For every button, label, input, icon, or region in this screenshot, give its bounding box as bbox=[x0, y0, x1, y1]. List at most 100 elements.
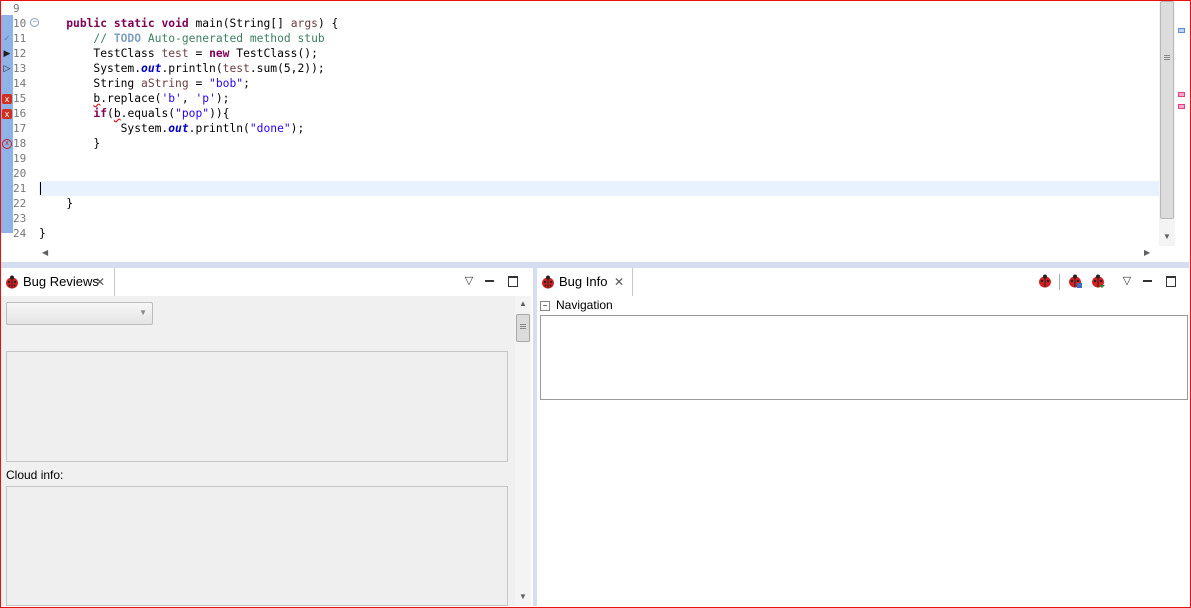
text-caret bbox=[40, 182, 41, 195]
minimize-icon[interactable] bbox=[1143, 280, 1152, 282]
code-line[interactable]: TestClass test = new TestClass(); bbox=[39, 46, 318, 61]
collapse-icon[interactable]: − bbox=[540, 301, 550, 311]
bug-reviews-view: Bug Reviews ✕ ▽ ▼ Cloud info: ▲ ▼ bbox=[1, 268, 533, 606]
cloud-info-text-area[interactable] bbox=[6, 486, 508, 606]
overview-task-mark[interactable] bbox=[1178, 28, 1185, 33]
close-icon[interactable]: ✕ bbox=[95, 275, 105, 289]
code-token: } bbox=[39, 197, 74, 210]
code-line[interactable]: // TODO Auto-generated method stub bbox=[39, 31, 324, 46]
navigation-label: Navigation bbox=[556, 298, 613, 312]
code-line[interactable]: String aString = "bob"; bbox=[39, 76, 250, 91]
scroll-down-arrow-icon[interactable]: ▼ bbox=[519, 592, 527, 602]
code-line[interactable]: } bbox=[39, 226, 46, 241]
navigation-section-header[interactable]: − Navigation bbox=[540, 298, 613, 312]
bug-reviews-tabbar: Bug Reviews ✕ ▽ bbox=[1, 268, 533, 296]
code-token: String bbox=[39, 77, 142, 90]
task-marker-icon[interactable]: ✓ bbox=[2, 33, 12, 43]
scroll-right-arrow-icon[interactable]: ▶ bbox=[1144, 248, 1150, 258]
scroll-left-arrow-icon[interactable]: ◀ bbox=[42, 248, 48, 258]
overview-error-mark[interactable] bbox=[1178, 92, 1185, 97]
code-token: test bbox=[222, 62, 250, 75]
toolbar-separator bbox=[1059, 274, 1060, 290]
code-line[interactable]: b.replace('b', 'p'); bbox=[39, 91, 229, 106]
editor-horizontal-scrollbar-track[interactable]: ◀ ▶ bbox=[38, 246, 1158, 260]
line-number: 14 bbox=[13, 77, 27, 90]
close-icon[interactable]: ✕ bbox=[614, 275, 624, 289]
code-token: if bbox=[93, 107, 108, 120]
line-number: 22 bbox=[13, 197, 27, 210]
code-token: b bbox=[113, 107, 121, 120]
code-line[interactable]: public static void main(String[] args) { bbox=[39, 16, 338, 31]
code-line[interactable]: System.out.println(test.sum(5,2)); bbox=[39, 61, 325, 76]
error-circle-icon[interactable]: x bbox=[2, 139, 12, 149]
code-token: 'b' bbox=[161, 92, 182, 105]
code-token: System. bbox=[39, 122, 169, 135]
vertical-ruler[interactable]: ✓ ▶ ▷ x x x bbox=[1, 1, 13, 246]
view-menu-icon[interactable]: ▽ bbox=[1120, 273, 1134, 289]
minimize-icon[interactable] bbox=[485, 280, 494, 282]
code-token: "done" bbox=[249, 122, 291, 135]
code-token: , bbox=[181, 92, 196, 105]
code-token: = bbox=[188, 77, 210, 90]
code-token: .println( bbox=[188, 122, 250, 135]
ladybug-icon bbox=[540, 275, 556, 294]
breakpoint-arrow-icon[interactable]: ▷ bbox=[2, 63, 12, 73]
ladybug-action-icon[interactable] bbox=[1037, 274, 1053, 293]
tab-bug-info[interactable]: Bug Info ✕ bbox=[537, 268, 633, 296]
line-number-gutter: 9 10 11 12 13 14 15 16 17 18 19 20 21 22 23 24 bbox=[13, 1, 39, 246]
code-token: TestClass(); bbox=[229, 47, 318, 60]
code-token: main(String[] bbox=[188, 17, 291, 30]
fold-collapse-icon[interactable]: − bbox=[30, 18, 39, 27]
ladybug-link-icon[interactable] bbox=[1090, 274, 1106, 293]
scrollbar-thumb[interactable] bbox=[1160, 1, 1174, 219]
code-token: System. bbox=[39, 62, 142, 75]
review-text-area[interactable] bbox=[6, 351, 508, 462]
line-number: 13 bbox=[13, 62, 27, 75]
navigation-panel[interactable] bbox=[540, 315, 1188, 400]
line-number: 12 bbox=[13, 47, 27, 60]
bug-reviews-scrollbar[interactable]: ▲ ▼ bbox=[515, 296, 531, 606]
error-marker-icon[interactable]: x bbox=[2, 94, 12, 104]
line-number: 24 bbox=[13, 227, 27, 240]
code-editor[interactable]: ✓ ▶ ▷ x x x 9 10 11 12 13 14 15 16 17 18 19 20 21 22 2… bbox=[1, 1, 1175, 246]
breakpoint-arrow-icon[interactable]: ▶ bbox=[2, 48, 12, 58]
code-token: ; bbox=[243, 77, 250, 90]
code-area[interactable]: public static void main(String[] args) {… bbox=[39, 1, 1159, 246]
ladybug-icon bbox=[4, 275, 20, 294]
view-menu-icon[interactable]: ▽ bbox=[462, 273, 476, 289]
review-combo-box[interactable]: ▼ bbox=[6, 302, 153, 325]
overview-ruler[interactable] bbox=[1175, 1, 1190, 246]
code-token: out bbox=[141, 62, 162, 75]
scroll-up-arrow-icon[interactable]: ▲ bbox=[519, 299, 527, 309]
code-line[interactable]: if(b.equals("pop")){ bbox=[39, 106, 229, 121]
line-number: 15 bbox=[13, 92, 27, 105]
tab-bug-reviews[interactable]: Bug Reviews ✕ bbox=[1, 268, 115, 296]
editor-vertical-scrollbar[interactable]: ▼ bbox=[1159, 1, 1175, 246]
scroll-down-arrow-icon[interactable]: ▼ bbox=[1163, 232, 1171, 242]
code-token: "bob" bbox=[209, 77, 244, 90]
scrollbar-thumb[interactable] bbox=[516, 314, 530, 342]
code-token: TODO bbox=[113, 32, 142, 45]
line-number: 23 bbox=[13, 212, 27, 225]
bug-info-tabbar: Bug Info ✕ ▽ bbox=[537, 268, 1189, 296]
code-token: } bbox=[39, 137, 101, 150]
code-line[interactable]: } bbox=[39, 136, 100, 151]
error-marker-icon[interactable]: x bbox=[2, 109, 12, 119]
tab-label: Bug Reviews bbox=[23, 274, 99, 289]
code-token: // bbox=[93, 32, 114, 45]
code-token: .sum(5,2)); bbox=[249, 62, 325, 75]
maximize-icon[interactable] bbox=[1166, 276, 1176, 287]
overview-error-mark[interactable] bbox=[1178, 104, 1185, 109]
code-line[interactable]: } bbox=[39, 196, 73, 211]
current-line-highlight bbox=[39, 181, 1159, 196]
code-line[interactable]: System.out.println("done"); bbox=[39, 121, 305, 136]
ladybug-filter-icon[interactable] bbox=[1067, 274, 1083, 293]
maximize-icon[interactable] bbox=[508, 276, 518, 287]
line-number: 16 bbox=[13, 107, 27, 120]
code-token: } bbox=[39, 227, 46, 240]
code-token: ) { bbox=[317, 17, 339, 30]
code-token: args bbox=[290, 17, 318, 30]
